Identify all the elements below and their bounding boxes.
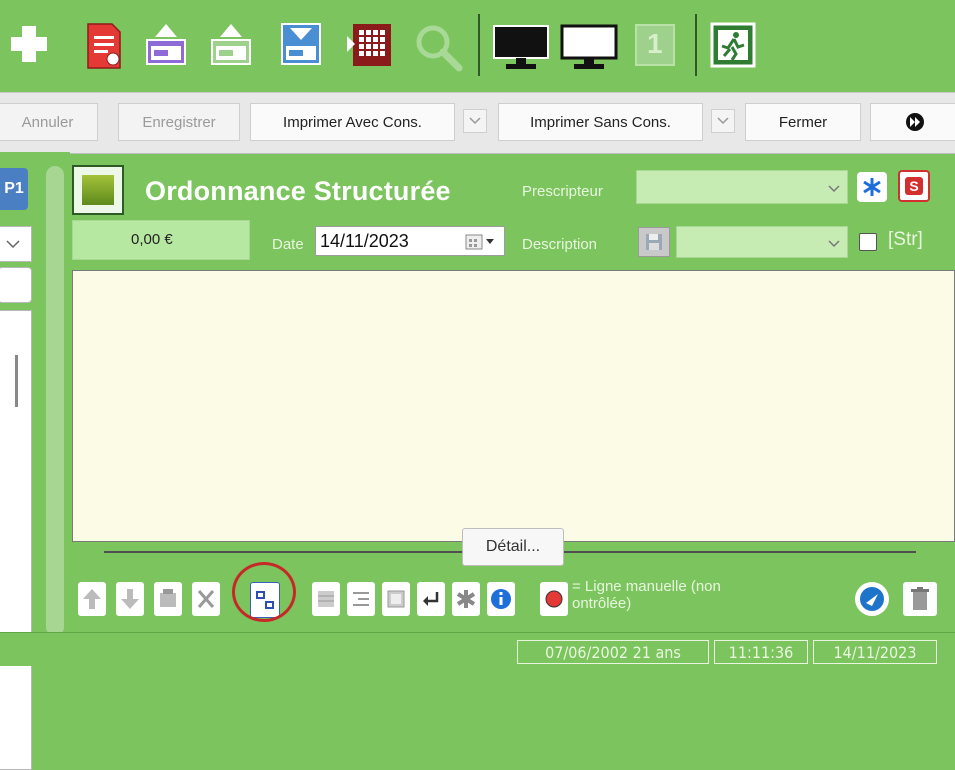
download-blue-icon[interactable] — [280, 22, 321, 66]
grid-insert-icon — [318, 591, 334, 607]
str-label: [Str] — [888, 229, 923, 250]
chevron-down-icon — [828, 240, 840, 248]
cancel-button[interactable]: Annuler — [0, 103, 98, 141]
left-panel: P1 — [0, 152, 70, 770]
layout-button[interactable] — [382, 582, 410, 616]
pill-box-icon — [160, 589, 176, 607]
birth-date-age: 07/06/2002 21 ans — [517, 640, 709, 664]
legend-line-1: = Ligne manuelle (non — [572, 578, 721, 595]
medication-button[interactable] — [154, 582, 182, 616]
upload-purple-icon[interactable] — [145, 22, 186, 66]
toolbar-separator — [478, 14, 480, 76]
asterisk-line-button[interactable] — [452, 582, 480, 616]
scrollbar-thumb[interactable] — [15, 355, 18, 407]
new-document-icon[interactable] — [84, 22, 124, 69]
chevron-down-icon — [717, 117, 729, 125]
green-square-icon — [82, 175, 114, 205]
chevron-down-icon — [828, 185, 840, 193]
str-checkbox[interactable] — [859, 233, 877, 251]
amount-value: 0,00 € — [131, 231, 173, 248]
close-button[interactable]: Fermer — [745, 103, 861, 141]
compass-icon — [860, 587, 884, 611]
upload-green-icon[interactable] — [210, 22, 251, 66]
print-without-dropdown[interactable] — [711, 109, 735, 133]
floppy-disk-icon — [646, 234, 662, 250]
return-button[interactable] — [417, 582, 445, 616]
return-arrow-icon — [423, 592, 439, 606]
next-button[interactable] — [870, 103, 955, 141]
arrow-down-icon — [121, 589, 139, 609]
add-icon[interactable] — [8, 22, 50, 66]
amount-field: 0,00 € — [72, 220, 250, 260]
detail-tooltip[interactable]: Détail... — [462, 528, 564, 566]
save-description-button[interactable] — [638, 227, 670, 257]
delete-line-button[interactable] — [192, 582, 220, 616]
indent-icon — [353, 592, 369, 606]
red-record-icon — [545, 590, 563, 608]
trash-button[interactable] — [903, 582, 937, 616]
insert-line-button[interactable] — [312, 582, 340, 616]
left-dropdown[interactable] — [0, 226, 32, 262]
legend-line-2: ontrôlée) — [572, 595, 632, 612]
info-icon — [491, 589, 511, 609]
print-with-dropdown[interactable] — [463, 109, 487, 133]
calendar-dropdown-icon[interactable] — [464, 233, 498, 251]
s-letter-icon: S — [905, 177, 923, 195]
left-list-panel[interactable] — [0, 310, 32, 770]
manual-line-indicator — [540, 582, 568, 616]
page-title: Ordonnance Structurée — [145, 176, 451, 206]
splitter-handle[interactable] — [46, 166, 64, 636]
description-select[interactable] — [676, 226, 848, 258]
asterisk-gray-icon — [456, 590, 476, 608]
prescription-text-area[interactable] — [72, 270, 955, 542]
move-up-button[interactable] — [78, 582, 106, 616]
print-without-cons-button[interactable]: Imprimer Sans Cons. — [498, 103, 703, 141]
search-icon[interactable] — [413, 22, 463, 72]
left-button[interactable] — [0, 267, 32, 303]
asterisk-icon — [863, 178, 881, 196]
exit-icon[interactable] — [710, 22, 756, 68]
highlight-circle — [232, 562, 296, 622]
monitor-black-icon[interactable] — [492, 22, 550, 69]
description-label: Description — [522, 236, 598, 253]
info-button[interactable] — [487, 582, 515, 616]
prescriber-select[interactable] — [636, 170, 848, 204]
arrow-up-icon — [83, 589, 101, 609]
print-with-cons-button[interactable]: Imprimer Avec Cons. — [250, 103, 455, 141]
date-field[interactable]: 14/11/2023 — [315, 226, 505, 256]
layout-icon — [387, 590, 405, 608]
toolbar-separator — [695, 14, 697, 76]
chevron-down-icon — [469, 117, 481, 125]
date-label: Date — [272, 236, 304, 253]
import-grid-icon[interactable] — [345, 22, 393, 66]
date-value: 14/11/2023 — [320, 230, 409, 251]
page-one-icon[interactable]: 1 — [633, 22, 677, 66]
fast-forward-icon — [906, 113, 924, 131]
svg-text:S: S — [909, 178, 918, 194]
navigate-button[interactable] — [855, 582, 889, 616]
save-button[interactable]: Enregistrer — [118, 103, 240, 141]
main-toolbar: 1 — [0, 0, 955, 92]
asterisk-button[interactable] — [857, 172, 887, 202]
action-bar: Annuler Enregistrer Imprimer Avec Cons. … — [0, 92, 955, 154]
indent-button[interactable] — [347, 582, 375, 616]
status-time: 11:11:36 — [714, 640, 808, 664]
chevron-down-icon — [6, 240, 20, 249]
cross-icon — [197, 590, 215, 608]
status-indicator[interactable] — [72, 165, 124, 215]
tab-p1[interactable]: P1 — [0, 168, 28, 210]
manual-line-legend: = Ligne manuelle (non ontrôlée) — [572, 578, 721, 612]
monitor-white-icon[interactable] — [560, 22, 618, 69]
status-bar — [0, 632, 955, 666]
status-date: 14/11/2023 — [813, 640, 937, 664]
prescriber-label: Prescripteur — [522, 183, 603, 200]
trash-icon — [911, 587, 929, 610]
page-number-label: 1 — [647, 28, 663, 59]
s-badge-button[interactable]: S — [898, 170, 930, 202]
move-down-button[interactable] — [116, 582, 144, 616]
